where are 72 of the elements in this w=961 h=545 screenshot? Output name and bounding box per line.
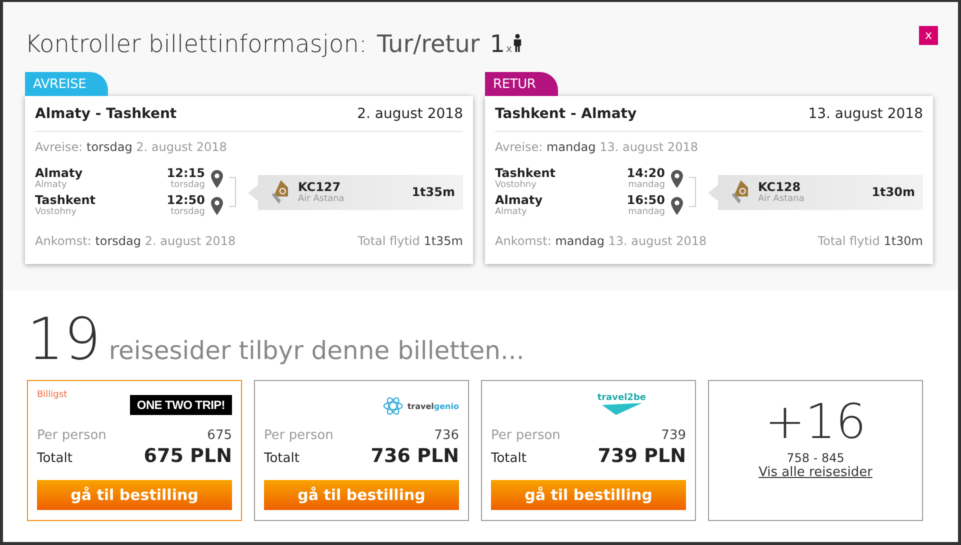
dialog-title: Kontroller billettinformasjon:	[25, 30, 367, 58]
passenger-count: 1	[490, 30, 506, 58]
per-person-label: Per person	[37, 428, 106, 443]
cheapest-label: Billigst	[37, 390, 68, 400]
flight-number: KC127	[298, 180, 342, 194]
total-label: Totalt	[264, 451, 300, 466]
atom-icon	[383, 395, 406, 417]
total-price: 675 PLN	[144, 445, 232, 467]
booking-button[interactable]: gå til bestilling	[37, 480, 232, 510]
flight-time: 14:20	[626, 166, 665, 180]
airport-name: Almaty	[495, 207, 528, 218]
travelgenio-logo: travelgenio	[407, 402, 459, 410]
person-icon	[512, 34, 522, 52]
flight-duration: 1t30m	[872, 185, 915, 199]
trip-type: Tur/retur	[377, 30, 480, 58]
airport-name: Almaty	[35, 180, 68, 191]
location-pin-icon	[211, 196, 223, 214]
airline-name: Air Astana	[298, 194, 346, 204]
weekday: torsdag	[170, 180, 205, 191]
location-pin-icon	[211, 170, 223, 188]
total-price: 736 PLN	[370, 445, 459, 467]
travel2be-logo: travel2be	[597, 393, 646, 403]
paper-plane-icon	[602, 403, 642, 415]
total-flight-time: Total flytid 1t30m	[818, 234, 923, 248]
more-count: +16	[764, 393, 866, 451]
summary-text: reisesider tilbyr denne billetten...	[108, 336, 524, 365]
flight-time: 16:50	[626, 193, 665, 207]
connector-bracket	[229, 177, 236, 207]
weekday: mandag	[628, 207, 665, 218]
flight-duration: 1t35m	[412, 185, 455, 199]
flight-number: KC128	[758, 180, 802, 194]
close-button[interactable]: x	[919, 26, 938, 45]
route-title: Tashkent - Almaty	[495, 106, 637, 122]
weekday: mandag	[628, 180, 665, 191]
site-count: 19	[27, 306, 101, 372]
city-name: Almaty	[35, 166, 84, 180]
airline-logo-icon	[270, 180, 288, 204]
location-pin-icon	[671, 196, 683, 214]
per-person-price: 675	[207, 428, 232, 443]
city-name: Tashkent	[35, 193, 96, 207]
price-range: 758 - 845	[786, 451, 844, 465]
departure-info: Avreise: torsdag 2. august 2018	[35, 140, 228, 154]
times-sign: x	[506, 44, 512, 55]
flight-time: 12:15	[166, 166, 205, 180]
total-flight-time: Total flytid 1t35m	[358, 234, 463, 248]
city-name: Almaty	[495, 193, 544, 207]
flight-time: 12:50	[166, 193, 205, 207]
weekday: torsdag	[170, 207, 205, 218]
location-pin-icon	[671, 170, 683, 188]
total-label: Totalt	[37, 451, 72, 466]
airline-logo-icon	[730, 180, 748, 204]
arrival-info: Ankomst: mandag 13. august 2018	[495, 234, 707, 248]
per-person-price: 736	[434, 428, 459, 443]
per-person-price: 739	[661, 428, 686, 443]
route-title: Almaty - Tashkent	[35, 106, 177, 122]
arrival-info: Ankomst: torsdag 2. august 2018	[35, 234, 236, 248]
booking-button[interactable]: gå til bestilling	[491, 480, 686, 510]
airport-name: Vostohny	[495, 180, 538, 191]
departure-info: Avreise: mandag 13. august 2018	[495, 140, 699, 154]
booking-button[interactable]: gå til bestilling	[264, 480, 459, 510]
flight-date: 2. august 2018	[357, 106, 463, 122]
per-person-label: Per person	[264, 428, 334, 443]
show-all-link[interactable]: Vis alle reisesider	[758, 465, 872, 480]
total-label: Totalt	[491, 451, 526, 466]
airline-name: Air Astana	[758, 194, 806, 204]
airport-name: Vostohny	[35, 207, 78, 218]
onetwotrip-logo: ONE TWO TRIP!	[130, 395, 232, 415]
per-person-label: Per person	[491, 428, 560, 443]
city-name: Tashkent	[495, 166, 556, 180]
flight-date: 13. august 2018	[808, 106, 923, 122]
connector-bracket	[689, 177, 696, 207]
total-price: 739 PLN	[598, 445, 686, 467]
